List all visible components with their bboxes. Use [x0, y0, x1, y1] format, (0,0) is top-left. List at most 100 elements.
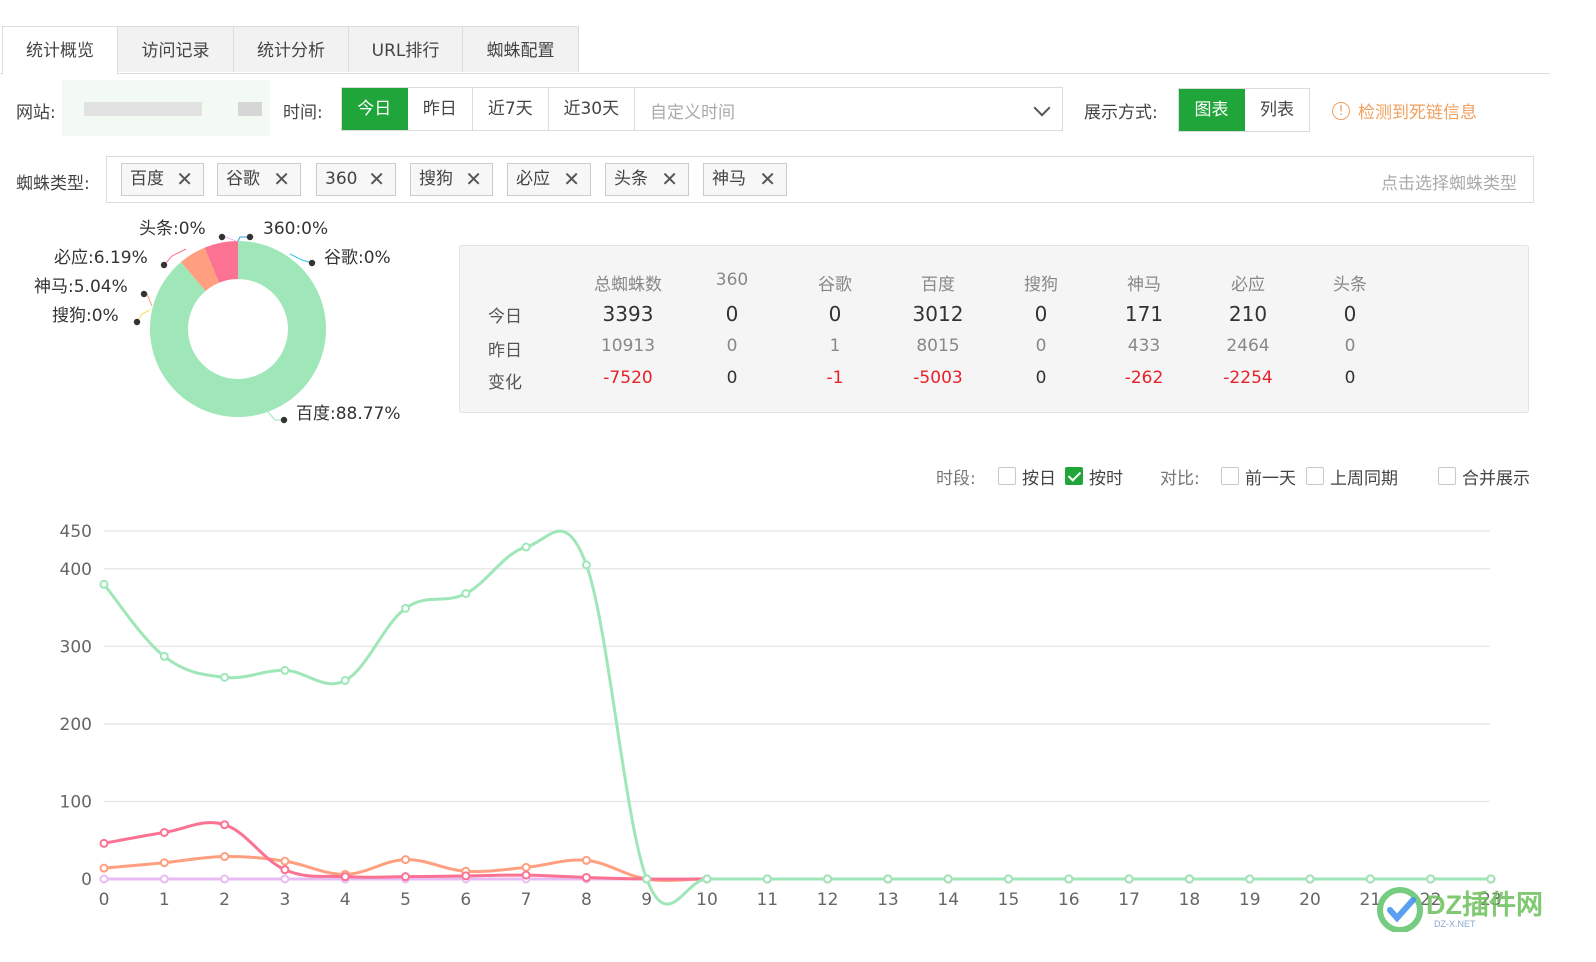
data-point [823, 874, 833, 884]
data-point [521, 870, 531, 880]
data-point [220, 672, 230, 682]
by-day-checkbox[interactable] [998, 467, 1016, 485]
spider-tag: 必应 ✕ [507, 163, 591, 196]
tab-url-ranking[interactable]: URL排行 [348, 26, 463, 72]
time-yesterday-button[interactable]: 昨日 [408, 88, 474, 130]
series-line [102, 529, 1491, 906]
close-icon[interactable]: ✕ [563, 164, 580, 195]
time-today-button[interactable]: 今日 [342, 88, 408, 130]
display-mode-label: 展示方式: [1084, 103, 1158, 123]
tab-bar: 统计概览 访问记录 统计分析 URL排行 蜘蛛配置 [0, 26, 1550, 74]
site-selector[interactable] [62, 80, 270, 136]
pie-leader-dot [308, 259, 316, 267]
data-point [943, 874, 953, 884]
tab-analysis[interactable]: 统计分析 [233, 26, 349, 72]
x-tick-label: 20 [1299, 890, 1321, 910]
y-tick-label: 0 [81, 870, 92, 890]
data-point [99, 874, 109, 884]
stats-cell: 210 [1228, 302, 1268, 326]
merge-display-checkbox[interactable] [1438, 467, 1456, 485]
by-day-label: 按日 [1022, 469, 1056, 489]
close-icon[interactable]: ✕ [465, 164, 482, 195]
by-hour-label: 按时 [1089, 469, 1123, 489]
last-week-label: 上周同期 [1330, 469, 1398, 489]
spider-tag: 谷歌 ✕ [217, 163, 301, 196]
close-icon[interactable]: ✕ [176, 164, 193, 195]
data-point [521, 862, 531, 872]
watermark-text: DZ插件网 [1426, 890, 1543, 920]
data-point [159, 651, 169, 661]
spider-type-select[interactable]: 百度 ✕ 谷歌 ✕ 360 ✕ 搜狗 ✕ 必应 ✕ 头条 ✕ 神马 ✕ 点击选择蜘蛛类型 [106, 156, 1534, 203]
spider-tag-label: 头条 [614, 169, 648, 189]
merge-display-label: 合并展示 [1462, 469, 1530, 489]
stats-cell: 8015 [916, 336, 960, 356]
pie-label-baidu: 百度:88.77% [296, 404, 401, 424]
time-range-group: 今日 昨日 近7天 近30天 [341, 87, 635, 131]
data-point [702, 874, 712, 884]
custom-time-placeholder: 自定义时间 [650, 103, 735, 123]
stats-cell-change: -5003 [913, 368, 963, 388]
display-chart-button[interactable]: 图表 [1179, 89, 1245, 131]
stats-cell: 3012 [912, 302, 964, 326]
spider-tag-label: 360 [325, 169, 358, 189]
data-point [1305, 874, 1315, 884]
x-tick-label: 16 [1058, 890, 1080, 910]
by-hour-checkbox[interactable] [1065, 467, 1083, 485]
data-point [581, 855, 591, 865]
data-point [99, 579, 109, 589]
close-icon[interactable]: ✕ [368, 164, 385, 195]
data-point [99, 838, 109, 848]
display-list-button[interactable]: 列表 [1245, 89, 1309, 131]
hourly-spider-line-chart: 01002003004004500 1 2 3 4 5 6 7 8 9 10 11 12 13 14 15 16… [60, 522, 1502, 910]
data-point [159, 874, 169, 884]
data-point [220, 852, 230, 862]
stats-cell: 0 [1034, 302, 1048, 326]
prev-day-label: 前一天 [1245, 469, 1296, 489]
y-tick-label: 450 [60, 522, 92, 542]
y-tick-label: 200 [60, 715, 92, 735]
period-label: 时段: [936, 469, 976, 489]
data-point [461, 589, 471, 599]
time-7days-button[interactable]: 近7天 [473, 88, 549, 130]
display-mode-group: 图表 列表 [1178, 88, 1310, 132]
x-tick-label: 14 [937, 890, 959, 910]
last-week-checkbox[interactable] [1306, 467, 1324, 485]
stats-header: 谷歌 [818, 275, 852, 295]
pie-leader-dot [140, 290, 148, 298]
data-point [1245, 874, 1255, 884]
data-point [220, 820, 230, 830]
custom-time-select[interactable]: 自定义时间 [634, 87, 1063, 131]
watermark-logo-icon: DZ插件网 DZ-X.NET [1377, 887, 1543, 933]
grid: 01002003004004500 1 2 3 4 5 6 7 8 9 10 11 12 13 14 15 16… [60, 522, 1502, 910]
close-icon[interactable]: ✕ [273, 164, 290, 195]
site-watermark: DZ插件网 DZ-X.NET [1372, 880, 1550, 933]
x-tick-label: 0 [99, 890, 110, 910]
data-point [581, 872, 591, 882]
dead-link-warning[interactable]: ! 检测到死链信息 [1332, 98, 1477, 123]
prev-day-checkbox[interactable] [1221, 467, 1239, 485]
tab-access-log[interactable]: 访问记录 [117, 26, 234, 72]
y-tick-label: 400 [60, 560, 92, 580]
pie-leader-dot [160, 261, 168, 269]
stats-cell: 1 [829, 336, 841, 356]
data-point [1004, 874, 1013, 884]
stats-cell: 0 [1343, 302, 1357, 326]
x-tick-label: 12 [817, 890, 839, 910]
stats-cell-change: -2254 [1223, 368, 1273, 388]
x-tick-label: 2 [219, 890, 230, 910]
spider-tag-label: 百度 [130, 169, 164, 189]
warning-icon: ! [1332, 101, 1350, 120]
time-30days-button[interactable]: 近30天 [549, 88, 634, 130]
data-point [159, 858, 169, 868]
stats-cell: 2464 [1226, 336, 1270, 356]
pie-label-toutiao: 头条:0% [139, 219, 206, 239]
data-point [581, 560, 591, 570]
close-icon[interactable]: ✕ [661, 164, 678, 195]
data-point [401, 855, 410, 865]
spider-tag-label: 搜狗 [419, 169, 453, 189]
stats-cell: 0 [726, 336, 738, 356]
data-point [280, 865, 290, 875]
close-icon[interactable]: ✕ [759, 164, 776, 195]
tab-overview[interactable]: 统计概览 [2, 26, 118, 74]
tab-spider-config[interactable]: 蜘蛛配置 [462, 26, 579, 72]
